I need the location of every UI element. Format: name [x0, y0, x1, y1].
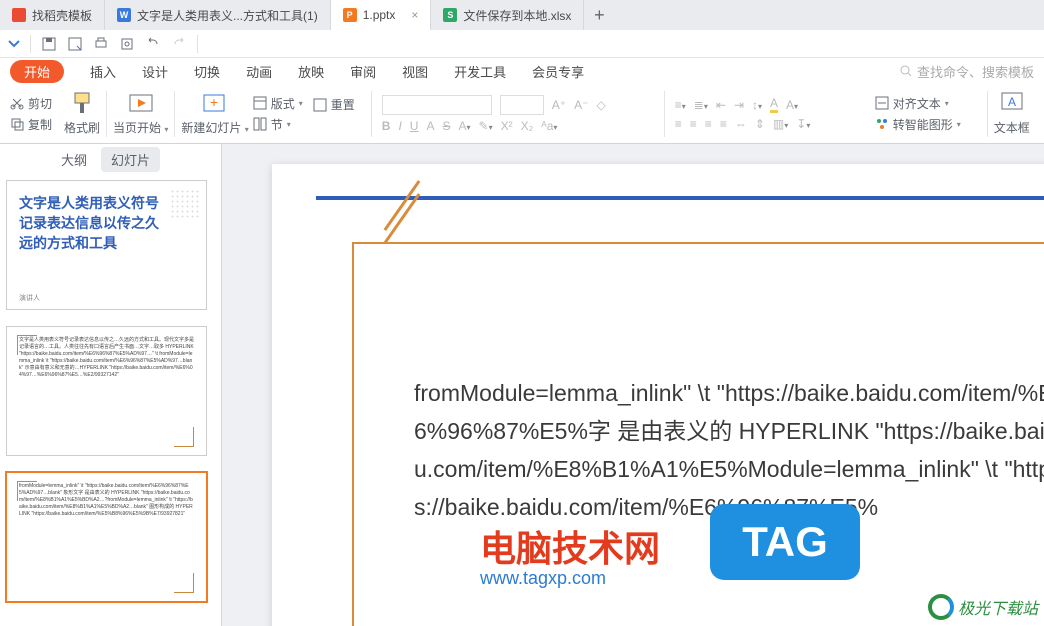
save-icon[interactable]	[41, 36, 57, 52]
tab-xlsx[interactable]: S 文件保存到本地.xlsx	[431, 0, 584, 30]
swirl-icon	[928, 594, 954, 620]
close-icon[interactable]: ×	[411, 8, 418, 22]
subscript-button[interactable]: X₂	[521, 119, 534, 133]
distribute-h-button[interactable]: ⇔	[735, 117, 747, 131]
font-shadow-button[interactable]: A	[426, 119, 434, 133]
tab-doc-w[interactable]: W 文字是人类用表义...方式和工具(1)	[105, 0, 331, 30]
italic-button[interactable]: I	[398, 119, 401, 133]
indent-dec-button[interactable]: ⇤	[716, 98, 726, 112]
section-button[interactable]: 节▾	[253, 116, 291, 133]
menu-insert[interactable]: 插入	[90, 62, 116, 81]
tab-templates[interactable]: 找稻壳模板	[0, 0, 105, 30]
align-left-button[interactable]: ≡	[675, 117, 682, 131]
slides-tab[interactable]: 幻灯片	[101, 147, 160, 172]
columns-button[interactable]: ▥▾	[773, 117, 788, 131]
slide-thumb-2[interactable]: 文字是人类用表义符号记录表达信息以传之…久远的方式和工具。现代文字多是记录语言的…	[6, 326, 207, 456]
slide-thumb-3[interactable]: fromModule=lemma_inlink" \t "https://bai…	[6, 472, 207, 602]
font-size-select[interactable]	[500, 95, 544, 115]
layout-button[interactable]: 版式▾	[253, 95, 303, 112]
text-direction-button[interactable]: ↧▾	[796, 117, 810, 131]
decrease-font-icon[interactable]: A⁻	[574, 98, 588, 112]
tab-pptx[interactable]: P 1.pptx ×	[331, 0, 432, 30]
tab-label: 找稻壳模板	[32, 7, 92, 24]
linespace-button[interactable]: ↕▾	[752, 98, 762, 112]
outline-tab[interactable]: 大纲	[61, 150, 87, 169]
ppt-icon: P	[343, 8, 357, 22]
chevron-down-icon[interactable]	[8, 38, 20, 50]
word-icon: W	[117, 8, 131, 22]
menu-review[interactable]: 审阅	[350, 62, 376, 81]
menu-vip[interactable]: 会员专享	[532, 62, 584, 81]
tab-label: 1.pptx	[363, 8, 396, 22]
decoration-dots	[170, 189, 200, 219]
new-slide-button[interactable]: + 新建幻灯片 ▾	[181, 91, 248, 136]
reset-button[interactable]: 重置	[313, 96, 355, 113]
text-highlight-icon[interactable]: A	[770, 96, 778, 113]
font-family-select[interactable]	[382, 95, 492, 115]
font-color-button[interactable]: A▾	[458, 119, 470, 133]
bullets-button[interactable]: ≡▾	[675, 98, 686, 112]
cut-button[interactable]: 剪切	[10, 95, 52, 112]
watermark-site: 电脑技术网 www.tagxp.com	[480, 520, 660, 589]
svg-text:+: +	[210, 94, 218, 110]
search-box[interactable]: 查找命令、搜索模板	[899, 62, 1034, 81]
print-preview-icon[interactable]	[119, 36, 135, 52]
text-color-icon[interactable]: A▾	[786, 98, 798, 112]
underline-button[interactable]: U	[410, 119, 419, 133]
slide-header-bar	[316, 196, 1044, 200]
menu-transition[interactable]: 切换	[194, 62, 220, 81]
align-text-button[interactable]: 对齐文本▾	[875, 95, 949, 112]
tab-label: 文字是人类用表义...方式和工具(1)	[137, 7, 318, 24]
bold-button[interactable]: B	[382, 119, 391, 133]
numbering-button[interactable]: ≣▾	[694, 98, 708, 112]
format-painter-button[interactable]: 格式刷	[64, 91, 100, 136]
print-icon[interactable]	[93, 36, 109, 52]
menu-start[interactable]: 开始	[10, 60, 64, 83]
menu-design[interactable]: 设计	[142, 62, 168, 81]
superscript-button[interactable]: X²	[501, 119, 513, 133]
search-icon	[899, 64, 913, 78]
slide-frame: fromModule=lemma_inlink" \t "https://bai…	[352, 242, 1044, 626]
strike-button[interactable]: S	[442, 119, 450, 133]
menu-view[interactable]: 视图	[402, 62, 428, 81]
watermark-jg: 极光下载站	[928, 594, 1038, 620]
distribute-v-button[interactable]: ⇕	[755, 117, 765, 131]
align-right-button[interactable]: ≡	[705, 117, 712, 131]
highlight-button[interactable]: ✎▾	[479, 119, 493, 133]
redo-icon[interactable]	[171, 36, 187, 52]
search-placeholder: 查找命令、搜索模板	[917, 62, 1034, 81]
smartart-button[interactable]: 转智能图形▾	[875, 116, 961, 133]
undo-icon[interactable]	[145, 36, 161, 52]
new-tab-button[interactable]: +	[584, 5, 614, 26]
clear-format-icon[interactable]: ◇	[596, 98, 605, 112]
svg-text:A: A	[1008, 95, 1016, 109]
menu-animation[interactable]: 动画	[246, 62, 272, 81]
increase-font-icon[interactable]: A⁺	[552, 98, 566, 112]
tab-label: 文件保存到本地.xlsx	[463, 7, 571, 24]
watermark-tag: TAG	[710, 504, 860, 580]
excel-icon: S	[443, 8, 457, 22]
slide-thumb-1[interactable]: 文字是人类用表义符号 记录表达信息以传之久 远的方式和工具 演讲人	[6, 180, 207, 310]
menu-slideshow[interactable]: 放映	[298, 62, 324, 81]
sparkle-icon	[12, 8, 26, 22]
copy-button[interactable]: 复制	[10, 116, 52, 133]
indent-inc-button[interactable]: ⇥	[734, 98, 744, 112]
textbox-button[interactable]: A 文本框	[994, 91, 1030, 136]
diagonal-decoration	[372, 204, 432, 230]
start-from-page-button[interactable]: 当页开始 ▾	[113, 91, 168, 136]
menu-dev[interactable]: 开发工具	[454, 62, 506, 81]
change-case-button[interactable]: ᴬa▾	[541, 119, 557, 133]
save-as-icon[interactable]	[67, 36, 83, 52]
align-justify-button[interactable]: ≡	[720, 117, 727, 131]
align-center-button[interactable]: ≡	[690, 117, 697, 131]
